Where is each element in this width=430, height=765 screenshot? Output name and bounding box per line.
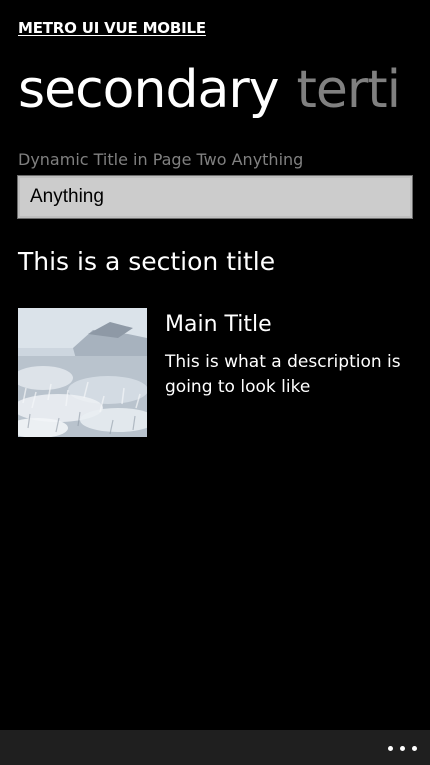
pivot-item-tertiary[interactable]: terti bbox=[296, 58, 401, 122]
app-bar bbox=[0, 730, 430, 765]
dynamic-title-label: Dynamic Title in Page Two Anything bbox=[18, 150, 304, 169]
list-item[interactable]: Main Title This is what a description is… bbox=[18, 308, 412, 438]
pivot-item-secondary[interactable]: secondary bbox=[18, 58, 279, 122]
pivot-header: secondary terti bbox=[18, 58, 430, 128]
more-button[interactable] bbox=[386, 738, 420, 758]
section-title: This is a section title bbox=[18, 247, 276, 276]
app-title-link[interactable]: METRO UI VUE MOBILE bbox=[18, 19, 206, 37]
thumbnail-image bbox=[18, 308, 147, 437]
item-description: This is what a description is going to l… bbox=[165, 352, 401, 397]
text-input[interactable] bbox=[17, 175, 413, 219]
item-title: Main Title bbox=[165, 312, 272, 337]
